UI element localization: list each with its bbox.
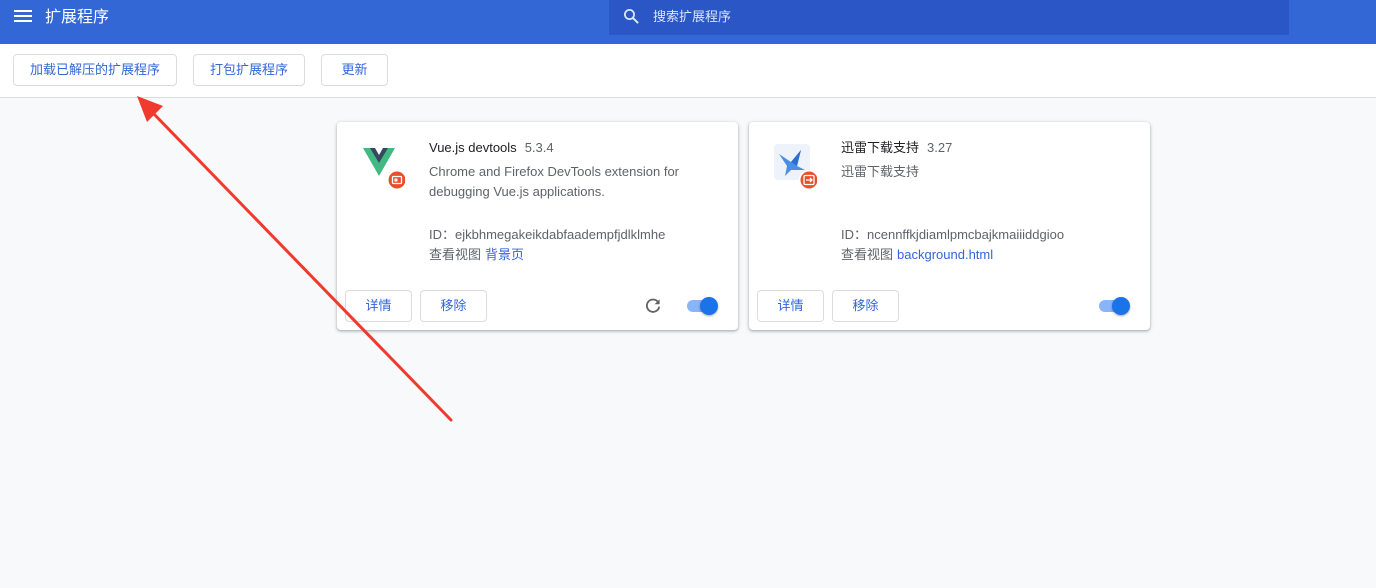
background-page-link[interactable]: background.html <box>897 247 993 262</box>
enable-toggle[interactable] <box>686 297 718 315</box>
inspect-views-label: 查看视图 <box>841 247 894 262</box>
extension-id: ncennffkjdiamlpmcbajkmaiiiddgioo <box>867 227 1065 242</box>
page-title: 扩展程序 <box>45 9 110 26</box>
extension-name: 迅雷下载支持 <box>841 140 920 155</box>
pack-extension-button[interactable]: 打包扩展程序 <box>193 54 305 86</box>
extension-description: 迅雷下载支持 <box>841 164 920 179</box>
extension-id: ejkbhmegakeikdabfaadempfjdlklmhe <box>455 227 666 242</box>
thunder-bird-icon <box>774 144 819 190</box>
extension-name: Vue.js devtools <box>429 140 517 155</box>
app-header: 扩展程序 <box>0 0 1376 44</box>
load-unpacked-button[interactable]: 加载已解压的扩展程序 <box>13 54 177 86</box>
inspect-views-label: 查看视图 <box>429 247 482 262</box>
toolbar: 加载已解压的扩展程序 打包扩展程序 更新 <box>0 44 1376 98</box>
update-button[interactable]: 更新 <box>321 54 388 86</box>
details-button[interactable]: 详情 <box>345 290 412 322</box>
extension-description: Chrome and Firefox DevTools extension fo… <box>429 164 680 199</box>
enable-toggle[interactable] <box>1098 297 1130 315</box>
search-box[interactable] <box>609 0 1289 35</box>
search-input[interactable] <box>653 6 1253 26</box>
extension-icon <box>359 142 407 190</box>
search-icon <box>624 9 639 24</box>
reload-icon[interactable] <box>644 297 662 315</box>
extension-icon <box>771 142 819 190</box>
background-page-link[interactable]: 背景页 <box>485 247 524 262</box>
extension-card-vue-devtools: Vue.js devtools 5.3.4 Chrome and Firefox … <box>337 122 738 330</box>
hamburger-menu-icon[interactable] <box>14 10 32 24</box>
extension-version: 3.27 <box>927 140 953 155</box>
details-button[interactable]: 详情 <box>757 290 824 322</box>
vue-logo-icon <box>363 148 407 190</box>
extension-card-thunder: 迅雷下载支持 3.27 迅雷下载支持 ID：ncennffkjdiamlpmcba… <box>749 122 1150 330</box>
extension-id-label: ID： <box>429 227 456 242</box>
remove-button[interactable]: 移除 <box>420 290 487 322</box>
extension-id-label: ID： <box>841 227 868 242</box>
extension-version: 5.3.4 <box>524 140 554 155</box>
remove-button[interactable]: 移除 <box>832 290 899 322</box>
